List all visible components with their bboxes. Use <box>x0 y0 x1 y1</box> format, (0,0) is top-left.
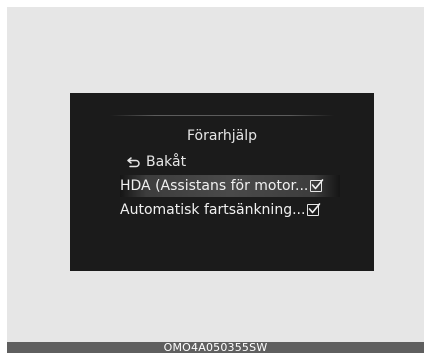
figure-frame: Förarhjälp Bakåt HDA (Assistans för moto… <box>7 7 424 342</box>
menu-title: Förarhjälp <box>186 128 258 144</box>
checkbox-checked-icon[interactable] <box>307 203 321 216</box>
back-button[interactable]: Bakåt <box>127 152 186 172</box>
back-arrow-icon <box>127 157 140 168</box>
divider-line <box>110 115 334 116</box>
cluster-display: Förarhjälp Bakåt HDA (Assistans för moto… <box>70 93 374 271</box>
menu-item-label: Automatisk fartsänkning... <box>120 202 306 218</box>
back-label: Bakåt <box>146 154 187 170</box>
figure-caption: OMO4A050355SW <box>7 342 424 353</box>
menu-item-hda[interactable]: HDA (Assistans för motor... <box>120 175 340 197</box>
checkbox-checked-icon[interactable] <box>310 179 324 192</box>
menu-item-label: HDA (Assistans för motor... <box>120 178 309 194</box>
menu-item-auto-speed-reduction[interactable]: Automatisk fartsänkning... <box>120 199 340 221</box>
